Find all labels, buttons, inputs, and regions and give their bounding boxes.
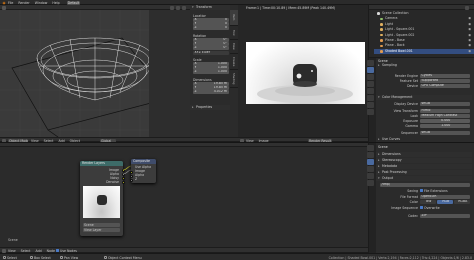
color-rgba-toggle[interactable]: RGBA bbox=[454, 200, 470, 204]
lower-world-tab-icon[interactable] bbox=[367, 180, 374, 186]
mouse-left-icon bbox=[3, 255, 6, 259]
socket-alpha-in[interactable] bbox=[129, 174, 133, 178]
metadata-section-header[interactable]: ▸ Metadata bbox=[376, 164, 472, 169]
socket-z-in[interactable] bbox=[129, 178, 133, 182]
composite-node[interactable]: Composite Use Alpha Image Alpha Z bbox=[131, 159, 156, 183]
dimensions-section-label: Dimensions bbox=[382, 152, 401, 156]
overwrite-checkbox[interactable] bbox=[420, 206, 423, 210]
status-bar: Select Box Select Pan View Object Contex… bbox=[0, 253, 474, 260]
lower-tool-tab-icon[interactable] bbox=[367, 145, 374, 151]
lower-output-tab-icon[interactable] bbox=[367, 159, 374, 165]
output-section-header[interactable]: ▾ Output bbox=[376, 176, 472, 181]
output-path-field[interactable]: /tmp/ bbox=[380, 183, 470, 187]
post-processing-section-header[interactable]: ▸ Post Processing bbox=[376, 170, 472, 175]
lower-scene-title: Scene bbox=[378, 145, 388, 149]
composite-input-z: Z bbox=[135, 177, 138, 181]
color-label: Color bbox=[409, 200, 418, 204]
lower-view-layer-tab-icon[interactable] bbox=[367, 166, 374, 172]
status-select: Select bbox=[7, 255, 17, 260]
stereoscopy-section-header[interactable]: ▸ Stereoscopy bbox=[376, 158, 472, 163]
mouse-right-icon bbox=[104, 255, 107, 259]
lower-render-tab-icon[interactable] bbox=[367, 152, 374, 158]
codec-dropdown[interactable]: ZIP bbox=[420, 214, 470, 218]
socket-image-in[interactable] bbox=[129, 170, 133, 174]
metadata-section-label: Metadata bbox=[382, 164, 398, 168]
status-stats: Collection | Shaded Bowl.001 | Verts:2,1… bbox=[328, 255, 472, 260]
file-format-dropdown[interactable]: OpenEXR bbox=[420, 195, 470, 199]
output-section-label: Output bbox=[382, 176, 394, 180]
lower-scene-tab-icon[interactable] bbox=[367, 173, 374, 179]
post-processing-section-label: Post Processing bbox=[382, 170, 407, 174]
status-context-menu: Object Context Menu bbox=[108, 255, 142, 260]
file-extensions-checkbox[interactable] bbox=[420, 189, 423, 193]
composite-node-header[interactable]: Composite bbox=[131, 159, 156, 164]
box-select-icon bbox=[30, 255, 33, 259]
image-sequence-label: Image Sequence bbox=[391, 206, 418, 210]
color-rgb-toggle[interactable]: RGB bbox=[437, 200, 453, 204]
use-nodes-checkbox[interactable] bbox=[56, 249, 59, 253]
overwrite-label: Overwrite bbox=[424, 206, 440, 210]
color-bw-toggle[interactable]: BW bbox=[420, 200, 436, 204]
mouse-middle-icon bbox=[60, 255, 63, 259]
status-box-select: Box Select bbox=[34, 255, 51, 260]
file-extensions-label: File Extensions bbox=[424, 189, 448, 193]
stereoscopy-section-label: Stereoscopy bbox=[382, 158, 402, 162]
status-pan-view: Pan View bbox=[64, 255, 79, 260]
dimensions-section-header[interactable]: ▸ Dimensions bbox=[376, 152, 472, 157]
saving-label: Saving bbox=[407, 189, 418, 193]
file-format-label: File Format bbox=[400, 195, 418, 199]
codec-label: Codec bbox=[408, 214, 418, 218]
